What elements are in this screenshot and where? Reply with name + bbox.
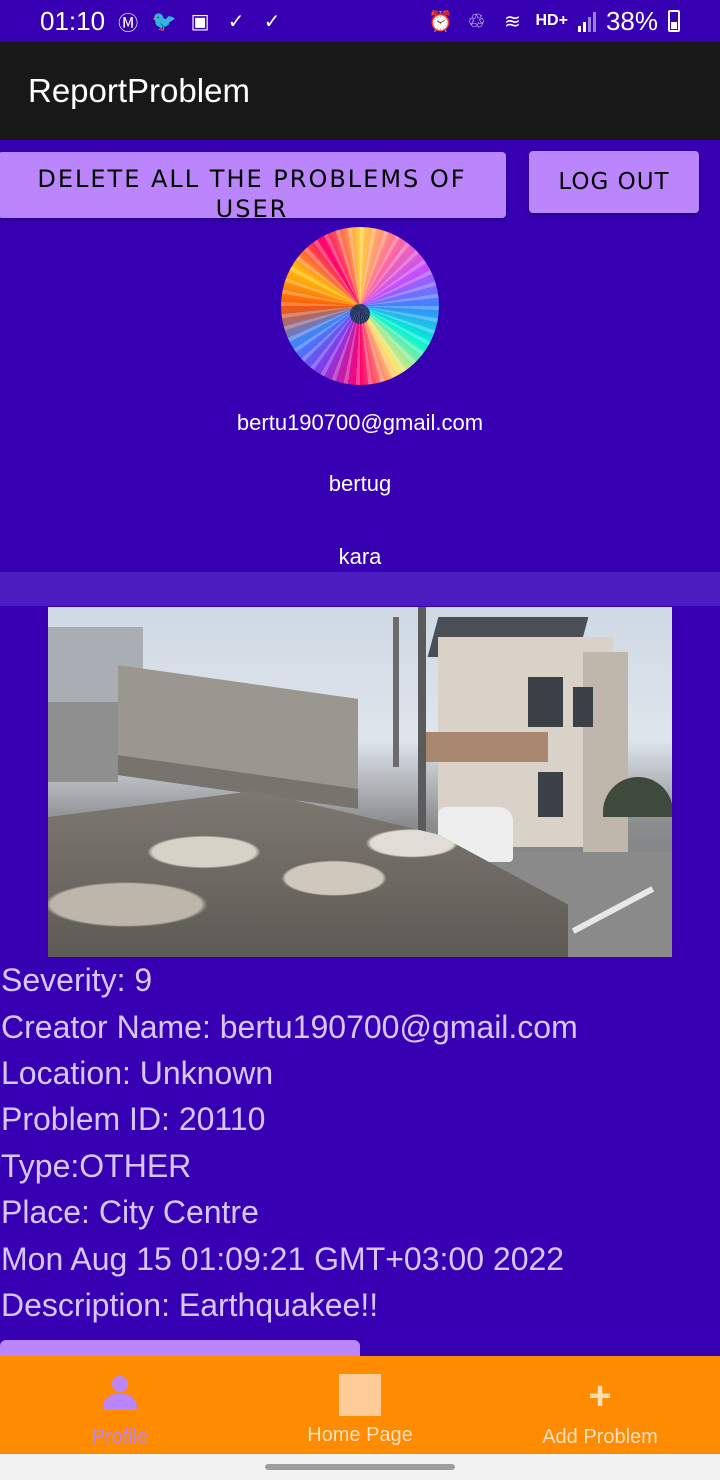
image-icon: ▣	[190, 10, 210, 33]
status-bar: 01:10 Ⓜ 🐦 ▣ ✓ ✓ ⏰ ♲ ≋ HD+ 38%	[0, 0, 720, 42]
nav-item-add-problem[interactable]: + Add Problem	[480, 1356, 720, 1454]
plus-icon: +	[588, 1374, 612, 1418]
nav-label-add-problem: Add Problem	[542, 1426, 658, 1448]
profile-first-name: bertug	[328, 471, 392, 496]
network-label: HD+	[535, 12, 568, 29]
battery-icon	[668, 10, 680, 32]
wifi-icon: ≋	[504, 10, 521, 33]
status-time: 01:10	[40, 5, 106, 36]
gesture-area	[0, 1454, 720, 1480]
nav-label-profile: Profile	[91, 1426, 149, 1448]
nav-item-profile[interactable]: Profile	[0, 1356, 240, 1454]
home-gesture-pill[interactable]	[265, 1464, 455, 1470]
problem-creator: Creator Name: bertu190700@gmail.com	[1, 1009, 578, 1045]
nav-item-home[interactable]: Home Page	[240, 1356, 480, 1454]
battery-percent: 38%	[605, 5, 658, 36]
recycle-icon: ♲	[467, 10, 486, 33]
alarm-icon: ⏰	[428, 10, 453, 33]
profile-last-name: kara	[338, 544, 382, 569]
problem-description: Description: Earthquakee!!	[1, 1287, 379, 1323]
problem-place: Place: City Centre	[1, 1194, 259, 1230]
status-left: 01:10 Ⓜ 🐦 ▣ ✓ ✓	[40, 6, 285, 37]
section-divider	[0, 572, 720, 606]
bottom-navigation: Profile Home Page + Add Problem	[0, 1356, 720, 1454]
check-icon: ✓	[227, 10, 245, 33]
home-icon	[339, 1374, 381, 1416]
problem-severity: Severity: 9	[1, 962, 153, 998]
problem-date: Mon Aug 15 01:09:21 GMT+03:00 2022	[1, 1241, 565, 1277]
nav-label-home: Home Page	[307, 1424, 413, 1446]
delete-all-problems-button[interactable]: DELETE ALL THE PROBLEMS OF USER	[0, 152, 506, 218]
problem-photo	[48, 607, 672, 957]
twitter-icon: 🐦	[151, 10, 177, 33]
avatar	[281, 227, 439, 385]
signal-icon	[577, 10, 596, 32]
problem-location: Location: Unknown	[1, 1055, 274, 1091]
app-title: ReportProblem	[28, 72, 250, 109]
problem-id: Problem ID: 20110	[1, 1101, 266, 1137]
m-circle-icon: Ⓜ	[118, 12, 139, 35]
logout-button[interactable]: LOG OUT	[529, 151, 699, 213]
profile-email: bertu190700@gmail.com	[236, 410, 484, 435]
person-icon	[98, 1374, 142, 1418]
status-right: ⏰ ♲ ≋ HD+ 38%	[428, 5, 680, 37]
app-bar: ReportProblem	[0, 42, 720, 140]
problem-type: Type:OTHER	[1, 1148, 192, 1184]
check-icon: ✓	[263, 10, 281, 33]
